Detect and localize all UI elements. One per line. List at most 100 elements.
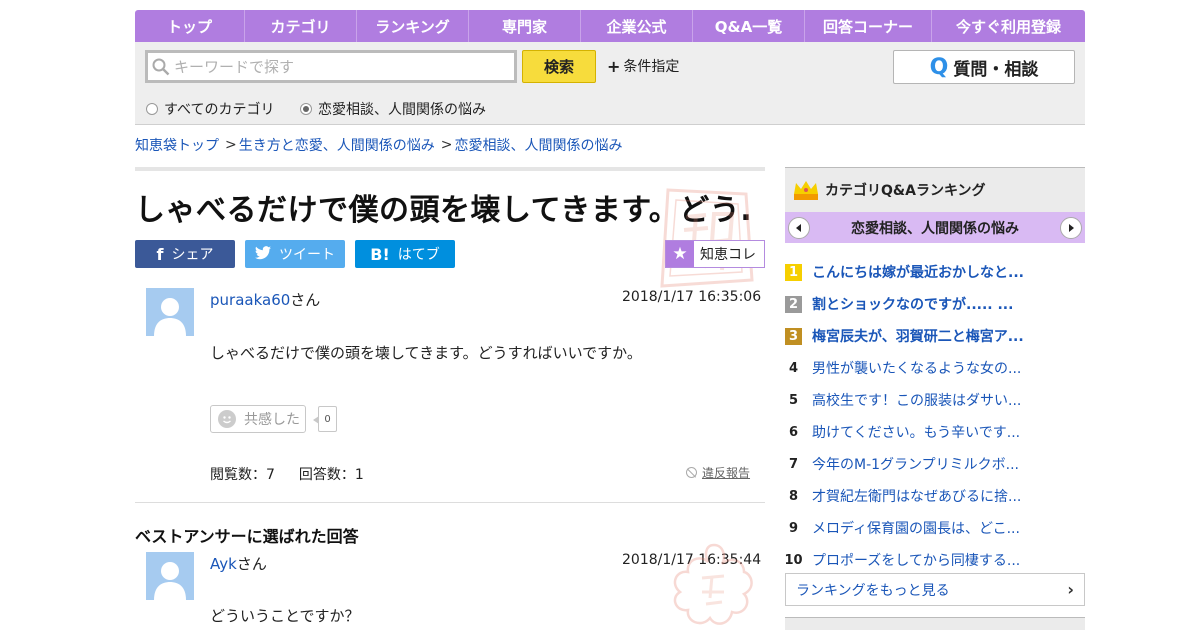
ask-question-label: 質問・相談	[953, 59, 1039, 80]
share-hatena-button[interactable]: B! はてブ	[355, 240, 455, 268]
share-facebook-button[interactable]: f シェア	[135, 240, 235, 268]
more-ranking-button[interactable]: ランキングをもっと見る ›	[785, 573, 1085, 606]
empathy-button[interactable]: 共感した	[210, 405, 306, 433]
scope-category-radio[interactable]: 恋愛相談、人間関係の悩み	[300, 99, 486, 119]
ranking-title: カテゴリQ&Aランキング	[825, 183, 986, 199]
ranking-category-label: 恋愛相談、人間関係の悩み	[851, 220, 1019, 237]
ranking-item: 3 梅宮辰夫が、羽賀研二と梅宮ア...	[785, 320, 1085, 352]
scope-all-radio[interactable]: すべてのカテゴリ	[146, 99, 274, 119]
arrow-left-icon[interactable]	[788, 216, 810, 239]
best-answer-flower-icon	[673, 543, 753, 625]
nav-item-answer-corner[interactable]: 回答コーナー	[805, 10, 932, 42]
share-facebook-label: シェア	[171, 247, 214, 263]
ranking-link[interactable]: 才賀紀左衛門はなぜあびるに捨...	[812, 486, 1021, 506]
ranking-link[interactable]: 割とショックなのですが..... ...	[812, 294, 1013, 314]
divider	[135, 502, 765, 503]
share-hatena-label: はてブ	[397, 247, 440, 263]
ranking-item: 10 プロポーズをしてから同棲する...	[784, 544, 1085, 576]
report-link[interactable]: 違反報告	[686, 464, 750, 481]
empathy-label: 共感した	[244, 412, 300, 428]
rank-number: 5	[788, 392, 799, 408]
question-user: puraaka60さん	[210, 289, 320, 310]
resolved-stamp-icon	[660, 188, 754, 288]
ranking-link[interactable]: 今年のM-1グランプリミルクボ...	[812, 454, 1019, 474]
nav-item-qa-list[interactable]: Q&A一覧	[693, 10, 805, 42]
avatar[interactable]	[146, 288, 194, 336]
crown-icon	[794, 181, 818, 200]
ban-icon	[686, 467, 697, 478]
rank-number: 10	[784, 552, 803, 568]
hatena-icon: B!	[370, 244, 390, 264]
radio-checked-icon	[300, 103, 312, 115]
twitter-icon	[255, 245, 271, 264]
views-count: 閲覧数：7	[210, 467, 275, 483]
nav-item-official[interactable]: 企業公式	[581, 10, 693, 42]
answers-count: 回答数：1	[298, 467, 364, 483]
ranking-item: 6 助けてください。もう辛いです...	[785, 416, 1085, 448]
share-twitter-button[interactable]: ツイート	[245, 240, 345, 268]
global-nav: トップ カテゴリ ランキング 専門家 企業公式 Q&A一覧 回答コーナー 今すぐ…	[135, 10, 1085, 42]
scope-category-label: 恋愛相談、人間関係の悩み	[318, 102, 486, 118]
answer-body: どういうことですか？	[210, 607, 360, 625]
chevron-right-icon: ›	[1067, 580, 1074, 599]
arrow-right-icon[interactable]	[1060, 216, 1082, 239]
next-sidebar-box	[785, 617, 1085, 630]
rank-number: 3	[785, 327, 802, 345]
best-answer-heading: ベストアンサーに選ばれた回答	[135, 527, 359, 546]
main-top-rule	[135, 167, 765, 171]
ask-question-button[interactable]: Q 質問・相談	[893, 50, 1075, 84]
avatar[interactable]	[146, 552, 194, 600]
nav-item-register[interactable]: 今すぐ利用登録	[932, 10, 1085, 42]
nav-item-category[interactable]: カテゴリ	[245, 10, 357, 42]
answer-user: Aykさん	[210, 553, 267, 574]
search-input[interactable]	[174, 54, 504, 79]
breadcrumb-separator: >	[225, 137, 237, 153]
plus-icon: +	[607, 56, 621, 76]
ranking-link[interactable]: こんにちは嫁が最近おかしなと...	[812, 262, 1024, 282]
rank-number: 6	[788, 424, 799, 440]
search-icon	[148, 54, 174, 80]
ranking-link[interactable]: プロポーズをしてから同棲する...	[812, 550, 1020, 570]
question-time: 2018/1/17 16:35:06	[622, 289, 762, 305]
breadcrumb-separator: >	[440, 137, 453, 153]
q-icon: Q	[929, 54, 949, 80]
ranking-item: 2 割とショックなのですが..... ...	[785, 288, 1085, 320]
ranking-link[interactable]: 高校生です！この服装はダサい...	[812, 390, 1021, 410]
breadcrumb-item-top[interactable]: 知恵袋トップ	[135, 135, 219, 155]
ranking-link[interactable]: 男性が襲いたくなるような女の...	[812, 358, 1021, 378]
question-stats: 閲覧数：7 回答数：1	[210, 464, 388, 484]
nav-item-top[interactable]: トップ	[135, 10, 245, 42]
condition-link[interactable]: + 条件指定	[607, 56, 679, 76]
nav-item-ranking[interactable]: ランキング	[357, 10, 469, 42]
search-button[interactable]: 検索	[522, 50, 596, 83]
more-ranking-label: ランキングをもっと見る	[796, 582, 950, 599]
nav-item-experts[interactable]: 専門家	[469, 10, 581, 42]
user-suffix: さん	[236, 555, 267, 573]
ranking-link[interactable]: メロディ保育園の園長は、どこ...	[812, 518, 1020, 538]
ranking-list: 1 こんにちは嫁が最近おかしなと... 2 割とショックなのですが..... ...…	[784, 256, 1085, 576]
rank-number: 7	[788, 456, 799, 472]
answer-user-link[interactable]: Ayk	[210, 555, 237, 573]
search-box	[145, 50, 517, 83]
ranking-category-bar: 恋愛相談、人間関係の悩み	[785, 212, 1085, 243]
rank-number: 4	[788, 360, 799, 376]
ranking-item: 1 こんにちは嫁が最近おかしなと...	[785, 256, 1085, 288]
breadcrumb-item-category[interactable]: 恋愛相談、人間関係の悩み	[454, 135, 622, 155]
scope-all-label: すべてのカテゴリ	[164, 102, 275, 118]
breadcrumb: 知恵袋トップ > 生き方と恋愛、人間関係の悩み > 恋愛相談、人間関係の悩み	[135, 135, 622, 155]
question-user-link[interactable]: puraaka60	[210, 291, 290, 309]
search-area: 検索 + 条件指定 Q 質問・相談 すべてのカテゴリ 恋愛相談、人間関係の悩み	[135, 42, 1085, 125]
rank-number: 2	[785, 295, 802, 313]
rank-number: 8	[788, 488, 799, 504]
ranking-item: 7 今年のM-1グランプリミルクボ...	[785, 448, 1085, 480]
ranking-box: カテゴリQ&Aランキング 恋愛相談、人間関係の悩み 1 こんにちは嫁が最近おかしな…	[784, 167, 1085, 576]
empathy-count: 0	[313, 406, 337, 432]
collection-button[interactable]: ★ 知恵コレ	[665, 240, 765, 268]
radio-icon	[146, 103, 158, 115]
condition-label: 条件指定	[623, 59, 680, 75]
ranking-link[interactable]: 梅宮辰夫が、羽賀研二と梅宮ア...	[812, 326, 1024, 346]
smile-icon	[218, 410, 236, 428]
ranking-link[interactable]: 助けてください。もう辛いです...	[812, 422, 1020, 442]
breadcrumb-item-life[interactable]: 生き方と恋愛、人間関係の悩み	[239, 135, 435, 155]
ranking-header: カテゴリQ&Aランキング	[785, 167, 1085, 212]
